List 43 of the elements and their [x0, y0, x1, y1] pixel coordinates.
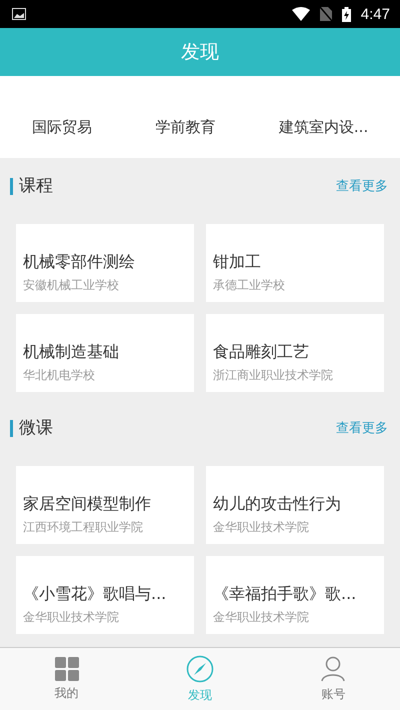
compass-icon — [186, 654, 214, 682]
course-title: 《幸福拍手歌》歌... — [213, 584, 358, 605]
course-card[interactable]: 钳加工 承德工业学校 — [206, 224, 384, 302]
section-title: 课程 — [10, 178, 53, 194]
course-title: 食品雕刻工艺 — [213, 342, 310, 363]
page-title: 发现 — [181, 40, 219, 65]
nav-tab[interactable]: 账号 — [266, 648, 400, 710]
course-title: 钳加工 — [213, 252, 262, 273]
tab-label: 账号 — [321, 686, 346, 702]
school-name: 金华职业技术学院 — [23, 609, 120, 626]
course-card[interactable]: 幼儿的攻击性行为 金华职业技术学院 — [206, 466, 384, 544]
school-name: 江西环境工程职业学院 — [23, 519, 144, 536]
status-time: 4:47 — [360, 6, 390, 22]
tab-label: 发现 — [188, 686, 212, 704]
tab-label: 我的 — [54, 684, 79, 702]
course-title: 机械零部件测绘 — [23, 252, 136, 273]
course-title: 幼儿的攻击性行为 — [213, 494, 342, 515]
course-title: 机械制造基础 — [23, 342, 120, 363]
course-title: 《小雪花》歌唱与... — [23, 584, 168, 605]
category-link[interactable]: 建筑室内设... — [278, 118, 368, 136]
course-card[interactable]: 食品雕刻工艺 浙江商业职业技术学院 — [206, 314, 384, 392]
school-name: 华北机电学校 — [23, 367, 96, 384]
person-icon — [321, 656, 346, 682]
course-card[interactable]: 家居空间模型制作 江西环境工程职业学院 — [16, 466, 194, 544]
wifi-icon — [292, 7, 310, 21]
section-title: 微课 — [10, 420, 53, 436]
nav-tab[interactable]: 我的 — [0, 648, 134, 710]
school-name: 承德工业学校 — [213, 277, 286, 294]
category-link[interactable]: 学前教育 — [155, 118, 216, 136]
course-card[interactable]: 机械制造基础 华北机电学校 — [16, 314, 194, 392]
school-name: 金华职业技术学院 — [213, 519, 310, 536]
course-card[interactable]: 《小雪花》歌唱与... 金华职业技术学院 — [16, 556, 194, 634]
no-sim-icon — [320, 7, 332, 21]
school-name: 浙江商业职业技术学院 — [213, 367, 334, 384]
image-icon — [12, 8, 26, 20]
battery-icon — [342, 6, 351, 22]
school-name: 金华职业技术学院 — [213, 609, 310, 626]
category-link[interactable]: 国际贸易 — [32, 118, 92, 136]
grid-icon — [54, 656, 79, 680]
course-card[interactable]: 机械零部件测绘 安徽机械工业学校 — [16, 224, 194, 302]
school-name: 安徽机械工业学校 — [23, 277, 120, 294]
course-card[interactable]: 《幸福拍手歌》歌... 金华职业技术学院 — [206, 556, 384, 634]
course-title: 家居空间模型制作 — [23, 494, 152, 515]
